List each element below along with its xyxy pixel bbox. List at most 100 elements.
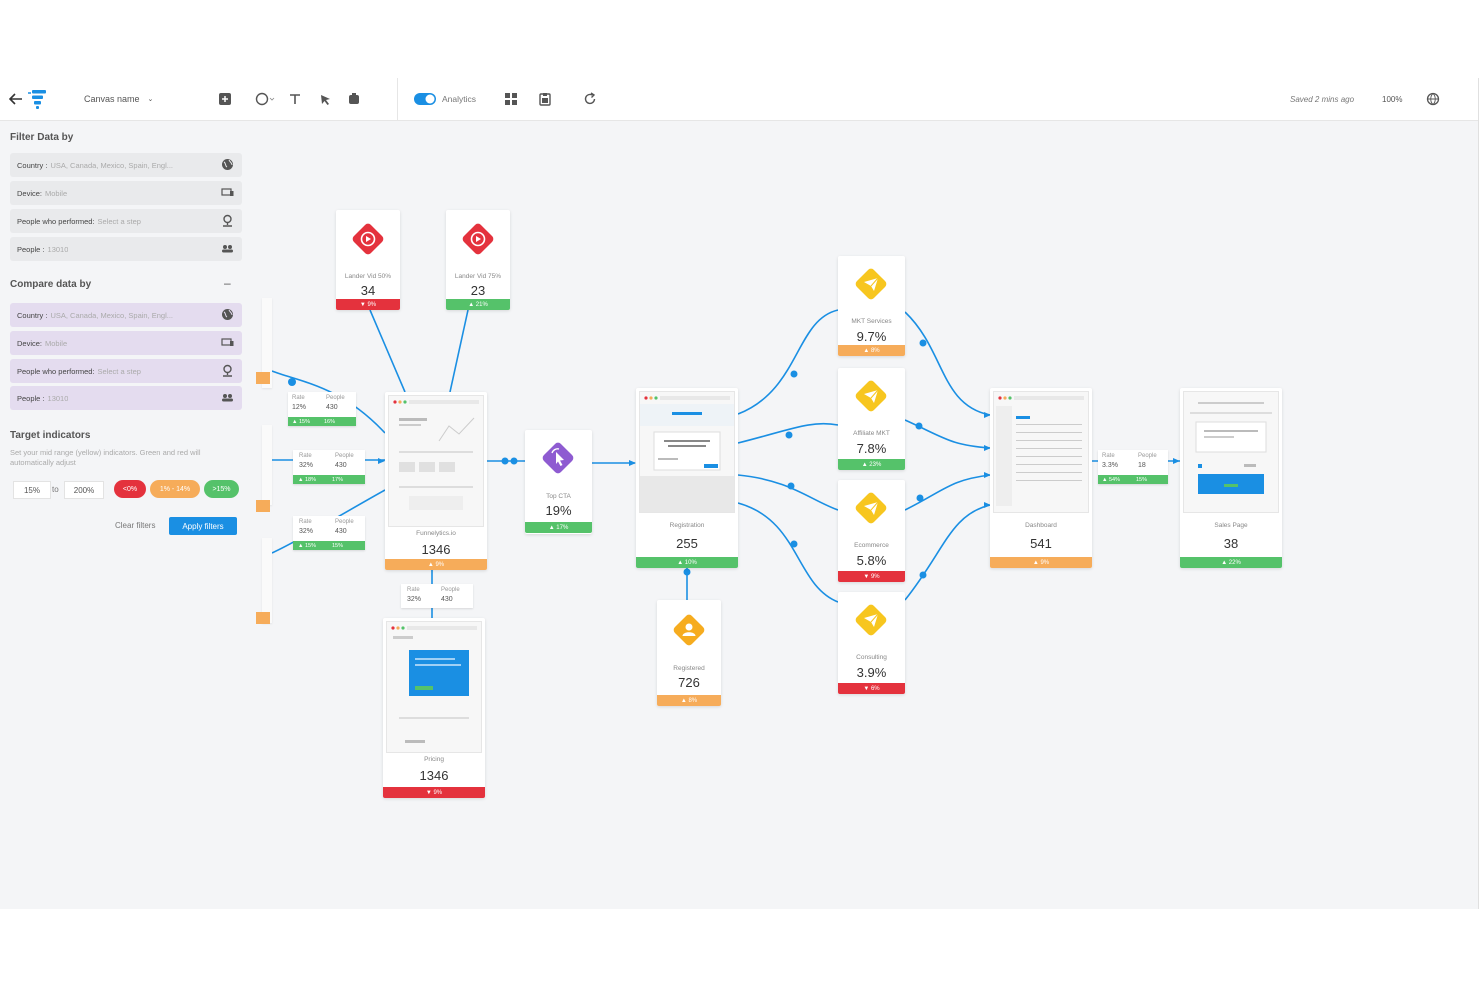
devices-icon (221, 338, 234, 346)
refresh-icon[interactable] (583, 92, 597, 106)
send-plane-icon (855, 268, 887, 300)
node-dashboard-page[interactable]: Dashboard 541 ▲ 9% (990, 388, 1092, 568)
analytics-toggle[interactable] (414, 92, 436, 106)
location-pin-icon (223, 214, 232, 227)
node-name: Pricing (424, 756, 444, 763)
node-sales-page[interactable]: Sales Page 38 ▲ 22% (1180, 388, 1282, 568)
filter-label: People who performed: (17, 216, 95, 226)
people-label: People (1138, 453, 1157, 459)
filter-value: Select a step (97, 366, 141, 376)
rate-value: 3.3% (1102, 462, 1118, 469)
apply-filters-button[interactable]: Apply filters (169, 517, 237, 535)
people-value: 430 (335, 462, 347, 469)
send-plane-icon (855, 492, 887, 524)
target-from-input[interactable]: 15% (13, 481, 51, 499)
people-label: People (335, 519, 354, 525)
send-plane-icon (855, 604, 887, 636)
compare-country-row[interactable]: Country : USA, Canada, Mexico, Spain, Eng… (10, 303, 242, 327)
rate-label: Rate (407, 587, 420, 593)
people-delta: 17% (331, 476, 343, 483)
traffic-source-block[interactable] (256, 372, 270, 384)
page-thumbnail (386, 621, 482, 753)
node-lander-75[interactable]: Lander Vid 75% 23 ▲ 21% (446, 210, 510, 310)
page-thumbnail (993, 391, 1089, 513)
compare-performed-row[interactable]: People who performed: Select a step (10, 359, 242, 383)
filter-device-row[interactable]: Device: Mobile (10, 181, 242, 205)
connection-stats[interactable]: Rate 32% People 430 ▲ 15% 15% (293, 516, 365, 550)
filter-country-row[interactable]: Country : USA, Canada, Mexico, Spain, Eng… (10, 153, 242, 177)
indicator-red-pill[interactable]: <0% (114, 480, 146, 498)
node-value: 34 (360, 283, 376, 298)
people-value: 430 (326, 404, 338, 411)
filter-value: 13010 (47, 244, 69, 254)
node-name: Lander Vid 50% (344, 273, 392, 280)
node-registered[interactable]: Registered 726 ▲ 8% (657, 600, 721, 706)
shape-circle-icon[interactable] (255, 92, 275, 106)
add-page-icon[interactable] (218, 92, 232, 106)
filter-label: People who performed: (17, 366, 95, 376)
compare-people-row[interactable]: People :13010 (10, 386, 242, 410)
target-to-input[interactable]: 200% (64, 481, 104, 499)
people-label: People (326, 395, 345, 401)
filter-value: 13010 (47, 393, 69, 403)
app-logo-icon[interactable] (27, 87, 49, 111)
node-delta-badge: ▲ 9% (385, 559, 487, 570)
compare-device-row[interactable]: Device: Mobile (10, 331, 242, 355)
zoom-level[interactable]: 100% (1382, 93, 1402, 105)
node-delta-badge: ▲ 8% (838, 345, 905, 356)
node-consulting[interactable]: Consulting 3.9% ▼ 6% (838, 592, 905, 694)
node-name: Registered (673, 665, 705, 672)
indicator-green-pill[interactable]: >15% (204, 480, 239, 498)
connection-stats[interactable]: Rate 3.3% People 18 ▲ 54% 15% (1098, 450, 1168, 484)
indicator-orange-pill[interactable]: 1% - 14% (150, 480, 200, 498)
filter-label: Country : (17, 160, 48, 170)
node-value: 1346 (421, 542, 451, 557)
clear-filters-button[interactable]: Clear filters (115, 521, 155, 530)
text-tool-icon[interactable] (288, 92, 302, 106)
node-lander-50[interactable]: Lander Vid 50% 34 ▼ 9% (336, 210, 400, 310)
node-value: 38 (1223, 536, 1239, 551)
video-play-icon (462, 223, 494, 255)
compare-section-title: Compare data by (10, 279, 92, 290)
node-top-cta[interactable]: Top CTA 19% ▲ 17% (525, 430, 592, 534)
grid-view-icon[interactable] (504, 92, 518, 106)
node-mkt-services[interactable]: MKT Services 9.7% ▲ 8% (838, 256, 905, 356)
node-name: Affiliate MKT (853, 430, 890, 437)
node-registration-page[interactable]: Registration 255 ▲ 10% (636, 388, 738, 568)
pointer-tool-icon[interactable] (318, 92, 332, 106)
node-value: 19% (545, 503, 572, 518)
filter-value: Mobile (45, 338, 68, 348)
filter-value: USA, Canada, Mexico, Spain, Engl... (50, 160, 174, 170)
traffic-source-block[interactable] (256, 500, 270, 512)
traffic-source-block[interactable] (256, 612, 270, 624)
traffic-source-strip[interactable] (262, 538, 272, 623)
collapse-button[interactable]: – (224, 276, 231, 290)
filter-people-row[interactable]: People :13010 (10, 237, 242, 261)
people-delta: 16% (323, 418, 335, 425)
node-affiliate-mkt[interactable]: Affiliate MKT 7.8% ▲ 23% (838, 368, 905, 470)
node-name: Top CTA (546, 493, 571, 500)
node-name: Funnelytics.io (416, 530, 456, 537)
node-value: 726 (678, 675, 700, 690)
rate-delta: ▲ 18% (298, 476, 316, 483)
chevron-down-icon: ⌄ (147, 96, 154, 103)
node-funnelytics-page[interactable]: Funnelytics.io 1346 ▲ 9% (385, 392, 487, 570)
node-pricing-page[interactable]: Pricing 1346 ▼ 9% (383, 618, 485, 798)
traffic-source-strip[interactable] (262, 425, 272, 505)
connection-stats[interactable]: Rate 32% People 430 ▲ 18% 17% (293, 450, 365, 484)
filter-performed-row[interactable]: People who performed: Select a step (10, 209, 242, 233)
canvas-name-dropdown[interactable]: Canvas name ⌄ (84, 93, 153, 105)
node-ecommerce[interactable]: Ecommerce 5.8% ▼ 9% (838, 480, 905, 582)
back-arrow-icon[interactable] (8, 92, 24, 106)
filter-label: Device: (17, 338, 43, 348)
node-delta-badge: ▼ 9% (383, 787, 485, 798)
clipboard-icon[interactable] (538, 92, 552, 106)
node-delta-badge: ▼ 9% (838, 571, 905, 582)
connection-stats[interactable]: Rate 32% People 430 (401, 584, 473, 608)
plugin-tool-icon[interactable] (347, 92, 361, 106)
settings-globe-icon[interactable] (1426, 92, 1440, 106)
people-label: People (441, 587, 460, 593)
people-icon (222, 245, 233, 253)
connection-stats[interactable]: Rate 12% People 430 ▲ 15% 16% (288, 392, 356, 426)
filter-label: People : (17, 393, 45, 403)
